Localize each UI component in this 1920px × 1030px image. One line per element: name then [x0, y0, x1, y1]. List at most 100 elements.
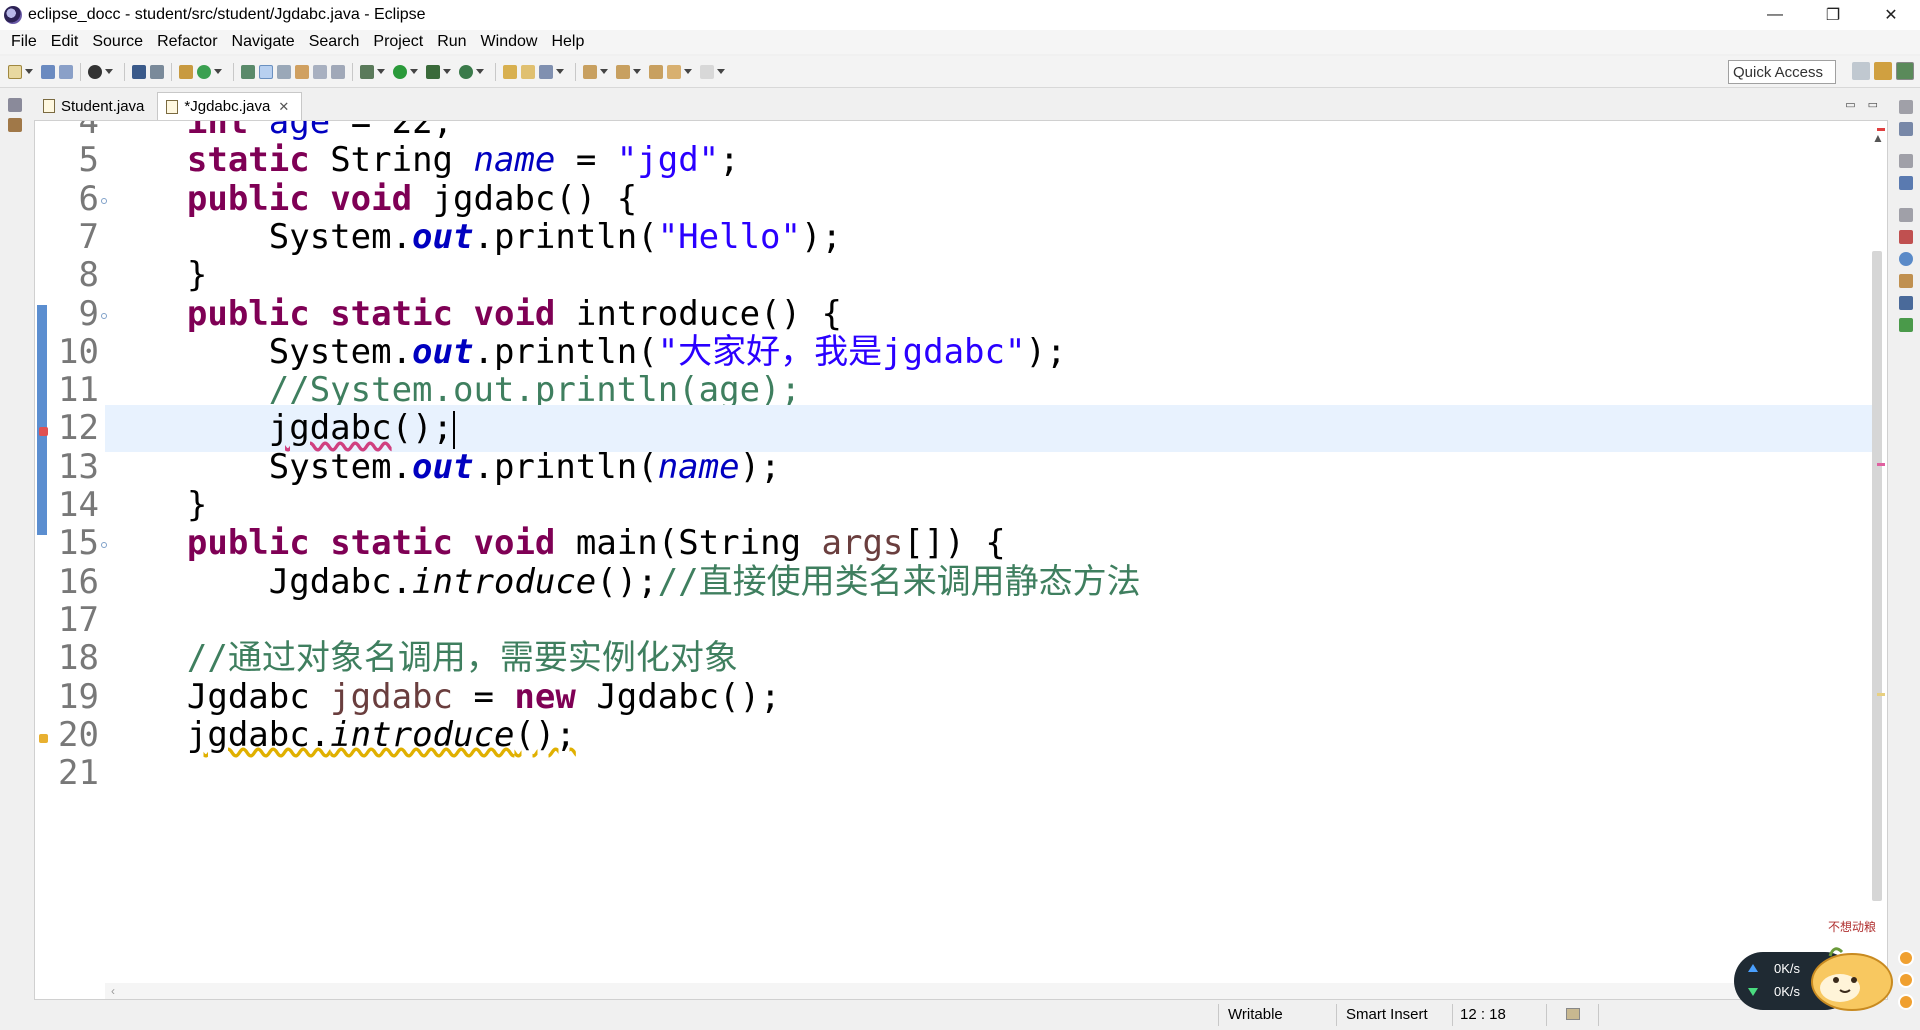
progress-icon[interactable] [1899, 318, 1913, 332]
warning-marker-icon[interactable] [39, 733, 48, 743]
search-dropdown-icon[interactable] [556, 69, 564, 74]
external-tools-icon[interactable] [459, 64, 473, 79]
run-icon[interactable] [393, 64, 407, 79]
code-line[interactable] [105, 750, 1881, 797]
open-perspective-icon[interactable] [1852, 62, 1870, 80]
new-class-dropdown-icon[interactable] [214, 69, 222, 74]
skip-breakpoints-icon[interactable] [150, 64, 164, 79]
terminal-icon[interactable] [132, 64, 146, 79]
code-token: "Hello" [657, 216, 801, 257]
save-icon[interactable] [41, 64, 55, 79]
open-task-icon[interactable] [295, 64, 309, 79]
debug-view-dropdown-icon[interactable] [105, 69, 113, 74]
code-token: introduce [412, 561, 597, 602]
java-perspective-icon[interactable] [1896, 62, 1914, 80]
open-folder-icon[interactable] [503, 64, 517, 79]
coverage-icon[interactable] [426, 64, 440, 79]
menu-window[interactable]: Window [474, 33, 545, 51]
task-list-icon[interactable] [1899, 122, 1913, 136]
java-ee-perspective-icon[interactable] [1874, 62, 1892, 80]
restore-view-icon[interactable] [8, 98, 22, 112]
highlight-icon[interactable] [259, 64, 273, 79]
prev-edit-icon[interactable] [616, 64, 630, 79]
javadoc-icon[interactable] [1899, 252, 1913, 266]
package-explorer-icon[interactable] [8, 118, 22, 132]
line-number-gutter: 4 5 6 7 8 9 10 11 12 13 14 15 16 17 18 19 20 21 [49, 121, 107, 999]
quick-access-field[interactable]: Quick Access [1728, 60, 1836, 84]
menu-project[interactable]: Project [366, 33, 430, 51]
forward-dropdown-icon[interactable] [717, 69, 725, 74]
shortcut-icon[interactable] [1898, 950, 1914, 966]
new-icon[interactable] [8, 64, 22, 79]
background-tasks-icon[interactable] [1566, 1008, 1580, 1020]
status-separator [1452, 1004, 1453, 1026]
open-file-icon[interactable] [521, 64, 535, 79]
menu-help[interactable]: Help [544, 33, 591, 51]
scroll-left-icon[interactable]: ‹ [111, 984, 115, 998]
minimize-button[interactable]: — [1746, 0, 1804, 30]
declaration-icon[interactable] [1899, 274, 1913, 288]
debug-icon[interactable] [360, 64, 374, 79]
code-token: public [186, 523, 310, 564]
next-edit-icon[interactable] [583, 64, 597, 79]
last-edit-icon[interactable] [649, 64, 663, 79]
error-marker-icon[interactable] [39, 427, 48, 437]
back-icon[interactable] [667, 64, 681, 79]
new-class-icon[interactable] [197, 64, 211, 79]
error-overview-marker[interactable] [1877, 128, 1885, 131]
shortcut-icon[interactable] [1898, 994, 1914, 1010]
code-editor[interactable]: 456789101112131415161718192021 public cl… [34, 120, 1888, 1000]
run-dropdown-icon[interactable] [410, 69, 418, 74]
forward-icon[interactable] [700, 64, 714, 79]
coverage-dropdown-icon[interactable] [443, 69, 451, 74]
external-tools-dropdown-icon[interactable] [476, 69, 484, 74]
problems-icon[interactable] [1899, 230, 1913, 244]
search-tool-icon[interactable] [539, 64, 553, 79]
shortcut-icon[interactable] [1898, 972, 1914, 988]
error-overview-marker[interactable] [1877, 463, 1885, 466]
code-token: jgdabc. [186, 714, 331, 755]
next-edit-dropdown-icon[interactable] [600, 69, 608, 74]
back-dropdown-icon[interactable] [684, 69, 692, 74]
save-all-icon[interactable] [59, 64, 73, 79]
restore-view-icon[interactable] [1899, 154, 1913, 168]
outline-icon[interactable] [1899, 176, 1913, 190]
warning-overview-marker[interactable] [1877, 693, 1885, 696]
close-button[interactable]: ✕ [1862, 0, 1920, 30]
menu-edit[interactable]: Edit [44, 33, 86, 51]
debug-dropdown-icon[interactable] [377, 69, 385, 74]
restore-view-icon[interactable] [1899, 100, 1913, 114]
maximize-editor-icon[interactable]: ▭ [1868, 98, 1878, 111]
upload-speed: 0K/s [1774, 961, 1801, 976]
console-icon[interactable] [1899, 296, 1913, 310]
toggle-breadcrumb-icon[interactable] [313, 64, 327, 79]
debug-view-icon[interactable] [88, 64, 102, 79]
code-token: void [473, 523, 556, 564]
menu-run[interactable]: Run [430, 33, 473, 51]
menu-file[interactable]: File [4, 33, 44, 51]
mascot-icon[interactable] [1800, 930, 1896, 1014]
close-tab-icon[interactable]: ✕ [278, 99, 289, 115]
show-whitespace-icon[interactable] [331, 64, 345, 79]
tab-jgdabc-java[interactable]: *Jgdabc.java ✕ [157, 92, 303, 120]
next-annotation-icon[interactable] [277, 64, 291, 79]
menu-search[interactable]: Search [302, 33, 367, 51]
horizontal-scrollbar[interactable]: ‹ [105, 983, 1881, 999]
new-dropdown-icon[interactable] [25, 69, 33, 74]
restore-button[interactable]: ❐ [1804, 0, 1862, 30]
overview-ruler [1875, 121, 1887, 999]
minimize-editor-icon[interactable]: ▭ [1845, 98, 1855, 111]
prev-edit-dropdown-icon[interactable] [633, 69, 641, 74]
menu-navigate[interactable]: Navigate [225, 33, 302, 51]
menu-refactor[interactable]: Refactor [150, 33, 224, 51]
menu-source[interactable]: Source [85, 33, 150, 51]
code-text-area[interactable]: public class Jgdabc { int age = 22; stat… [105, 121, 1881, 999]
java-file-icon [166, 99, 179, 114]
tab-student-java[interactable]: Student.java [34, 92, 157, 120]
restore-view-icon[interactable] [1899, 208, 1913, 222]
open-type-icon[interactable] [241, 64, 255, 79]
new-java-project-icon[interactable] [179, 64, 193, 79]
code-token: //通过对象名调用，需要实例化对象 [186, 638, 738, 679]
